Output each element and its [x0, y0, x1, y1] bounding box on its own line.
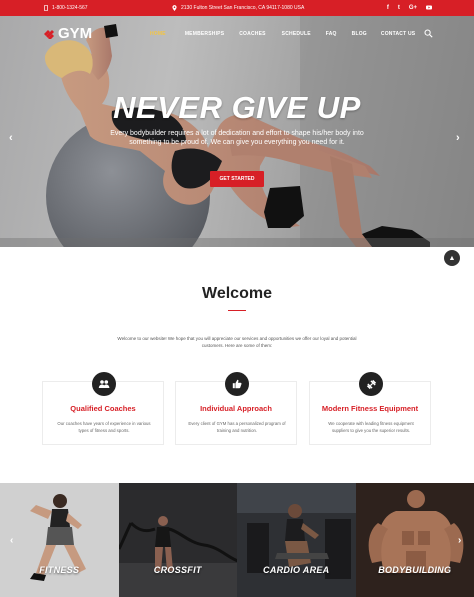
- feature-card-coaches: Qualified Coaches Our coaches have years…: [42, 372, 164, 445]
- get-started-button[interactable]: GET STARTED: [210, 171, 264, 187]
- tile-label: FITNESS: [39, 565, 80, 575]
- gallery-prev-arrow[interactable]: ‹: [10, 535, 13, 546]
- youtube-icon[interactable]: [426, 5, 432, 12]
- feature-title: Modern Fitness Equipment: [321, 404, 419, 413]
- address-text: 2130 Fulton Street San Francisco, CA 941…: [181, 5, 305, 11]
- social-links: f t G+: [387, 5, 432, 12]
- google-plus-icon[interactable]: G+: [409, 5, 417, 12]
- tile-label: CARDIO AREA: [263, 565, 330, 575]
- gallery-tile-crossfit[interactable]: CROSSFIT: [118, 483, 237, 597]
- phone-contact[interactable]: 1-800-1324-567: [44, 5, 88, 11]
- scroll-top-button[interactable]: ▲: [444, 250, 460, 266]
- hero-slider: GYM HOME MEMBERSHIPS COACHES SCHEDULE FA…: [0, 16, 474, 247]
- crossfit-photo: [118, 483, 237, 597]
- bodybuilding-photo: [355, 483, 474, 597]
- fitness-photo: [0, 483, 119, 597]
- search-icon[interactable]: [424, 29, 433, 38]
- feature-text: Our coaches have years of experience in …: [57, 421, 151, 433]
- thumbs-up-icon: [225, 372, 249, 396]
- top-bar: 1-800-1324-567 2130 Fulton Street San Fr…: [0, 0, 474, 16]
- gallery-tile-cardio[interactable]: CARDIO AREA: [237, 483, 356, 597]
- gym-logo-icon: [44, 29, 54, 39]
- dumbbell-icon: [359, 372, 383, 396]
- nav-menu: HOME MEMBERSHIPS COACHES SCHEDULE FAQ BL…: [150, 31, 415, 37]
- nav-item-schedule[interactable]: SCHEDULE: [282, 31, 311, 37]
- tile-label: CROSSFIT: [153, 565, 202, 575]
- welcome-section: ▲ Welcome Welcome to our website! We hop…: [0, 247, 474, 483]
- hero-next-arrow[interactable]: ›: [456, 132, 460, 144]
- title-divider: [228, 310, 246, 311]
- feature-title: Qualified Coaches: [70, 404, 136, 413]
- welcome-text: Welcome to our website! We hope that you…: [117, 336, 357, 348]
- feature-card-approach: Individual Approach Every client of GYM …: [175, 372, 297, 445]
- map-pin-icon: [172, 5, 177, 11]
- hero-prev-arrow[interactable]: ‹: [9, 132, 13, 144]
- nav-item-coaches[interactable]: COACHES: [239, 31, 265, 37]
- hero-subtitle: Every bodybuilder requires a lot of dedi…: [110, 130, 364, 146]
- feature-card-equipment: Modern Fitness Equipment We cooperate wi…: [309, 372, 431, 445]
- nav-item-faq[interactable]: FAQ: [326, 31, 337, 37]
- facebook-icon[interactable]: f: [387, 5, 389, 12]
- nav-item-contact[interactable]: CONTACT US: [381, 31, 415, 37]
- phone-number[interactable]: 1-800-1324-567: [52, 5, 88, 11]
- nav-item-home[interactable]: HOME: [150, 31, 166, 37]
- gallery-tile-bodybuilding[interactable]: BODYBUILDING: [355, 483, 474, 597]
- feature-text: We cooperate with leading fitness equipm…: [328, 421, 414, 433]
- logo[interactable]: GYM: [43, 25, 92, 42]
- gallery-tile-fitness[interactable]: FITNESS: [0, 483, 119, 597]
- gallery-next-arrow[interactable]: ›: [458, 535, 461, 546]
- main-nav: GYM HOME MEMBERSHIPS COACHES SCHEDULE FA…: [0, 16, 474, 50]
- welcome-title: Welcome: [202, 285, 272, 302]
- group-icon: [92, 372, 116, 396]
- logo-text: GYM: [58, 25, 93, 42]
- nav-item-blog[interactable]: BLOG: [352, 31, 367, 37]
- cardio-photo: [237, 483, 356, 597]
- nav-item-memberships[interactable]: MEMBERSHIPS: [185, 31, 224, 37]
- feature-text: Every client of GYM has a personalized p…: [188, 421, 286, 433]
- tile-label: BODYBUILDING: [378, 565, 452, 575]
- phone-icon: [44, 5, 48, 11]
- feature-title: Individual Approach: [200, 404, 272, 413]
- classes-gallery: FITNESS CROSSFIT CARDIO AREA BODYBUILDIN…: [0, 483, 474, 597]
- address: 2130 Fulton Street San Francisco, CA 941…: [172, 5, 304, 11]
- hero-title: NEVER GIVE UP: [113, 90, 361, 125]
- twitter-icon[interactable]: t: [398, 5, 400, 12]
